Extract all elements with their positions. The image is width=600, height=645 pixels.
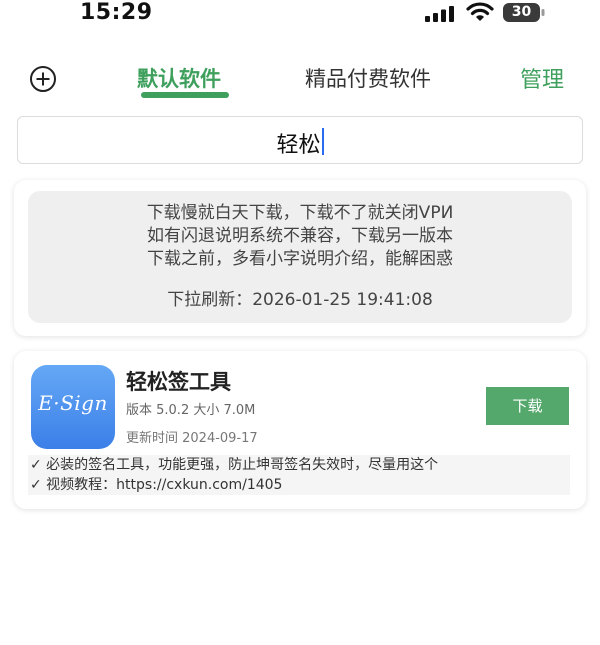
notice-line: 下载慢就白天下载，下载不了就关闭VPИ bbox=[146, 203, 454, 223]
manage-button[interactable]: 管理 bbox=[520, 62, 564, 94]
text-caret bbox=[321, 128, 324, 155]
app-version-size: 版本 5.0.2 大小 7.0M bbox=[126, 403, 256, 418]
add-circle-icon[interactable] bbox=[29, 65, 57, 93]
esign-app-icon[interactable]: E·Sign bbox=[31, 365, 115, 449]
app-description: ✓ 必装的签名工具，功能更强，防止坤哥签名失效时，尽量用这个 ✓ 视频教程：ht… bbox=[28, 455, 570, 495]
search-input[interactable]: 轻松 bbox=[17, 116, 583, 164]
wifi-icon bbox=[466, 2, 494, 21]
cellular-signal-icon bbox=[425, 6, 454, 22]
battery-level: 30 bbox=[511, 4, 532, 20]
notice-panel: 下载慢就白天下载，下载不了就关闭VPИ 如有闪退说明系统不兼容，下载另一版本 下… bbox=[28, 191, 572, 323]
battery-indicator: 30 bbox=[503, 3, 545, 22]
notice-card: 下载慢就白天下载，下载不了就关闭VPИ 如有闪退说明系统不兼容，下载另一版本 下… bbox=[14, 180, 586, 336]
app-update-date: 更新时间 2024-09-17 bbox=[126, 431, 258, 446]
download-button[interactable]: 下载 bbox=[486, 387, 569, 425]
top-nav: 默认软件 精品付费软件 管理 bbox=[0, 55, 600, 105]
search-input-value: 轻松 bbox=[276, 133, 321, 158]
refresh-timestamp: 下拉刷新：2026-01-25 19:41:08 bbox=[167, 290, 433, 310]
app-screen: 15:29 30 默认软件 精品付费软件 管理 轻松 下载慢就白天下载，下载不了… bbox=[0, 0, 600, 645]
status-time: 15:29 bbox=[80, 0, 153, 25]
description-line: ✓ 视频教程：https://cxkun.com/1405 bbox=[30, 477, 283, 493]
notice-line: 下载之前，多看小字说明介绍，能解困惑 bbox=[147, 249, 453, 269]
notice-line: 如有闪退说明系统不兼容，下载另一版本 bbox=[147, 226, 453, 246]
tab-premium-paid-software[interactable]: 精品付费软件 bbox=[305, 63, 431, 93]
app-icon-label: E·Sign bbox=[38, 391, 108, 415]
app-name: 轻松签工具 bbox=[126, 370, 231, 394]
tab-default-software[interactable]: 默认软件 bbox=[137, 63, 221, 93]
description-line: ✓ 必装的签名工具，功能更强，防止坤哥签名失效时，尽量用这个 bbox=[30, 457, 439, 473]
app-list-item[interactable]: E·Sign 轻松签工具 版本 5.0.2 大小 7.0M 更新时间 2024-… bbox=[14, 351, 586, 509]
status-bar: 15:29 30 bbox=[0, 0, 600, 30]
active-tab-indicator bbox=[141, 92, 229, 98]
